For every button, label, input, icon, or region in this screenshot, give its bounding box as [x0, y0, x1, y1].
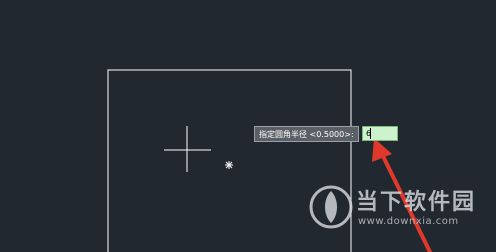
- fillet-radius-input[interactable]: [362, 126, 398, 141]
- watermark-title: 当下软件园: [356, 190, 477, 215]
- crosshair-cursor-icon: [164, 126, 211, 172]
- watermark-logo-icon: [309, 185, 353, 229]
- snap-marker-icon: [225, 161, 233, 169]
- watermark: 当下软件园 www.downxia.com: [306, 180, 496, 240]
- cad-drawing-canvas[interactable]: 指定圆角半径 <0.5000>: 当下软件园 www.downxia.com: [0, 0, 496, 252]
- command-prompt-label: 指定圆角半径 <0.5000>:: [254, 126, 359, 142]
- text-caret: [370, 128, 371, 139]
- watermark-url: www.downxia.com: [358, 216, 459, 227]
